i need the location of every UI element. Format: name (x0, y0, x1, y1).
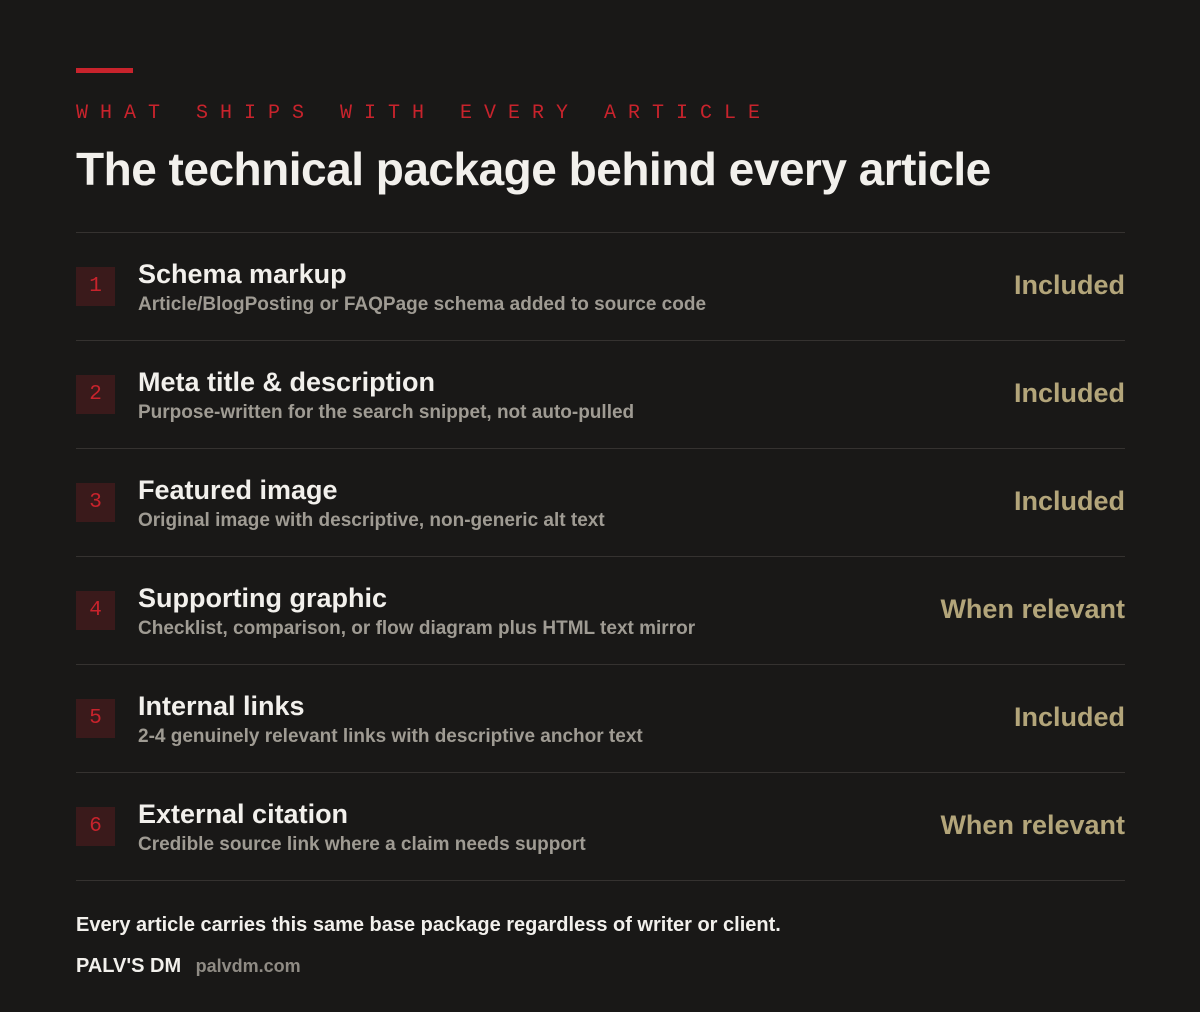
brand-url: palvdm.com (195, 956, 301, 976)
item-status: When relevant (940, 810, 1125, 840)
item-status: Included (1013, 270, 1125, 300)
list-item: 2 Meta title & description Purpose-writt… (76, 341, 1125, 449)
eyebrow-label: WHAT SHIPS WITH EVERY ARTICLE (76, 102, 773, 125)
brand-signature: PALV'S DM palvdm.com (76, 955, 301, 978)
item-number-badge: 5 (76, 699, 115, 738)
brand-name: PALV'S DM (76, 955, 182, 977)
footer-note: Every article carries this same base pac… (76, 914, 781, 936)
item-title: External citation (138, 799, 349, 829)
item-description: Original image with descriptive, non-gen… (138, 510, 605, 531)
item-number-badge: 4 (76, 591, 115, 630)
page-title: The technical package behind every artic… (76, 143, 991, 195)
list-item: 6 External citation Credible source link… (76, 773, 1125, 881)
item-title: Internal links (138, 691, 305, 721)
item-title: Meta title & description (138, 367, 436, 397)
accent-bar (76, 68, 133, 73)
list-item: 4 Supporting graphic Checklist, comparis… (76, 557, 1125, 665)
item-description: Checklist, comparison, or flow diagram p… (138, 618, 696, 639)
item-title: Schema markup (138, 259, 347, 289)
package-list: 1 Schema markup Article/BlogPosting or F… (76, 232, 1125, 881)
item-number-badge: 1 (76, 267, 115, 306)
item-status: Included (1013, 486, 1125, 516)
list-item: 1 Schema markup Article/BlogPosting or F… (76, 233, 1125, 341)
item-number-badge: 3 (76, 483, 115, 522)
list-item: 5 Internal links 2-4 genuinely relevant … (76, 665, 1125, 773)
item-status: When relevant (940, 594, 1125, 624)
item-number-badge: 6 (76, 807, 115, 846)
item-number-badge: 2 (76, 375, 115, 414)
item-title: Featured image (138, 475, 338, 505)
list-item: 3 Featured image Original image with des… (76, 449, 1125, 557)
item-title: Supporting graphic (138, 583, 387, 613)
item-description: 2-4 genuinely relevant links with descri… (138, 726, 643, 747)
item-description: Credible source link where a claim needs… (138, 834, 586, 855)
item-description: Article/BlogPosting or FAQPage schema ad… (138, 294, 707, 315)
item-description: Purpose-written for the search snippet, … (138, 402, 635, 423)
item-status: Included (1013, 378, 1125, 408)
item-status: Included (1013, 702, 1125, 732)
